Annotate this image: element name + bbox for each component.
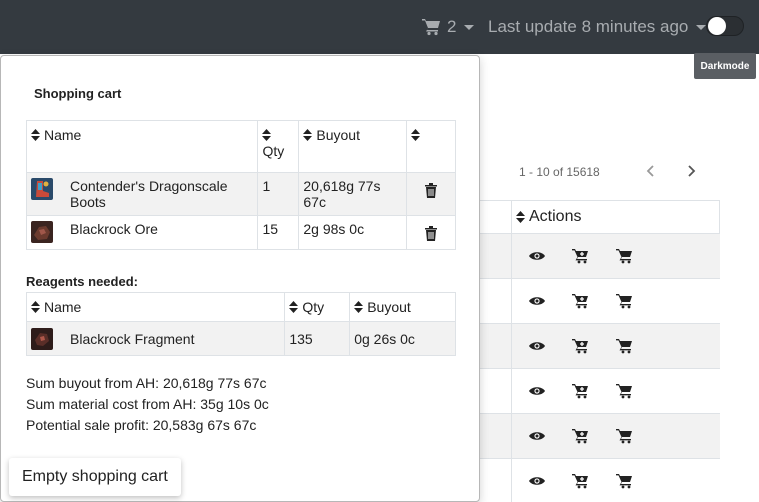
- last-update-dropdown[interactable]: Last update 8 minutes ago: [488, 15, 707, 39]
- buyout-column-header[interactable]: Buyout: [349, 292, 456, 322]
- cart-icon[interactable]: [616, 428, 634, 444]
- table-row: [480, 234, 720, 279]
- cart-icon[interactable]: [616, 383, 634, 399]
- sort-icon: [262, 129, 272, 141]
- add-to-cart-icon[interactable]: [572, 338, 590, 354]
- eye-icon[interactable]: [528, 383, 546, 399]
- eye-icon[interactable]: [528, 338, 546, 354]
- qty-column-header[interactable]: Qty: [257, 120, 300, 173]
- table-row: [480, 279, 720, 324]
- last-update-text: Last update 8 minutes ago: [488, 17, 689, 36]
- sum-buyout: Sum buyout from AH: 20,618g 77s 67c: [26, 375, 267, 391]
- add-to-cart-icon[interactable]: [572, 383, 590, 399]
- sort-icon: [303, 129, 313, 141]
- cart-icon[interactable]: [616, 473, 634, 489]
- cart-icon[interactable]: [616, 293, 634, 309]
- actions-column-header[interactable]: Actions: [512, 208, 581, 226]
- sort-icon: [289, 301, 299, 313]
- cart-icon[interactable]: [616, 248, 634, 264]
- add-to-cart-icon[interactable]: [572, 293, 590, 309]
- table-row: [480, 369, 720, 414]
- sort-icon: [411, 129, 421, 141]
- darkmode-toggle[interactable]: [706, 16, 744, 36]
- cart-dropdown-toggle[interactable]: 2: [422, 15, 475, 39]
- add-to-cart-icon[interactable]: [572, 248, 590, 264]
- eye-icon[interactable]: [528, 248, 546, 264]
- name-column-header[interactable]: Name: [25, 292, 286, 322]
- buyout-column-header[interactable]: Buyout: [298, 120, 408, 173]
- chevron-down-icon: [696, 24, 707, 30]
- reagents-table: Name Qty Buyout Blackrock Fragment 135 0…: [25, 292, 456, 356]
- actions-column-header[interactable]: [406, 120, 456, 173]
- add-to-cart-icon[interactable]: [572, 473, 590, 489]
- reagent-name[interactable]: Blackrock Fragment: [70, 331, 194, 347]
- trash-icon[interactable]: [424, 182, 438, 198]
- item-name[interactable]: Contender's Dragonscale Boots: [70, 178, 253, 210]
- chevron-right-icon[interactable]: [684, 163, 698, 179]
- cart-row: Contender's Dragonscale Boots 1 20,618g …: [25, 172, 456, 216]
- cart-count: 2: [447, 17, 457, 36]
- item-buyout: 2g 98s 0c: [298, 215, 408, 250]
- eye-icon[interactable]: [528, 293, 546, 309]
- reagent-buyout: 0g 26s 0c: [349, 321, 456, 356]
- ore-item-icon: [31, 221, 53, 243]
- table-row: [480, 459, 720, 502]
- cart-summary: Sum buyout from AH: 20,618g 77s 67c Sum …: [26, 373, 269, 436]
- sort-icon: [516, 211, 525, 223]
- sum-material-cost: Sum material cost from AH: 35g 10s 0c: [26, 396, 269, 412]
- item-name[interactable]: Blackrock Ore: [70, 221, 158, 237]
- cart-items-table: Name Qty Buyout Contender's Dragonscale …: [25, 120, 456, 250]
- table-row: [480, 414, 720, 459]
- trash-icon[interactable]: [424, 225, 438, 241]
- fragment-item-icon: [31, 328, 53, 350]
- potential-profit: Potential sale profit: 20,583g 67s 67c: [26, 417, 257, 433]
- boots-item-icon: [31, 178, 53, 200]
- cart-title: Shopping cart: [34, 86, 122, 101]
- item-qty: 1: [257, 172, 300, 216]
- cart-row: Blackrock Ore 15 2g 98s 0c: [25, 215, 456, 250]
- darkmode-tooltip: Darkmode: [694, 53, 756, 79]
- table-header: Actions: [480, 200, 720, 234]
- auction-table: Actions: [480, 200, 720, 502]
- top-navbar: 2 Last update 8 minutes ago: [0, 0, 759, 54]
- reagents-heading: Reagents needed:: [26, 274, 138, 289]
- name-column-header[interactable]: Name: [25, 120, 259, 173]
- eye-icon[interactable]: [528, 473, 546, 489]
- item-qty: 15: [257, 215, 300, 250]
- empty-cart-button[interactable]: Empty shopping cart: [9, 458, 181, 496]
- chevron-down-icon: [464, 24, 475, 30]
- shopping-cart-dropdown: Shopping cart Name Qty Buyout Contender'…: [0, 55, 480, 502]
- chevron-left-icon[interactable]: [644, 163, 658, 179]
- eye-icon[interactable]: [528, 428, 546, 444]
- reagent-qty: 135: [284, 321, 351, 356]
- qty-column-header[interactable]: Qty: [284, 292, 351, 322]
- reagent-row: Blackrock Fragment 135 0g 26s 0c: [25, 321, 456, 356]
- sort-icon: [31, 129, 40, 141]
- add-to-cart-icon[interactable]: [572, 428, 590, 444]
- sort-icon: [354, 301, 364, 313]
- pagination-info: 1 - 10 of 15618: [519, 165, 600, 179]
- table-row: [480, 324, 720, 369]
- item-buyout: 20,618g 77s 67c: [298, 172, 408, 216]
- cart-icon: [422, 19, 440, 36]
- sort-icon: [31, 301, 40, 313]
- cart-icon[interactable]: [616, 338, 634, 354]
- toggle-knob: [708, 17, 726, 35]
